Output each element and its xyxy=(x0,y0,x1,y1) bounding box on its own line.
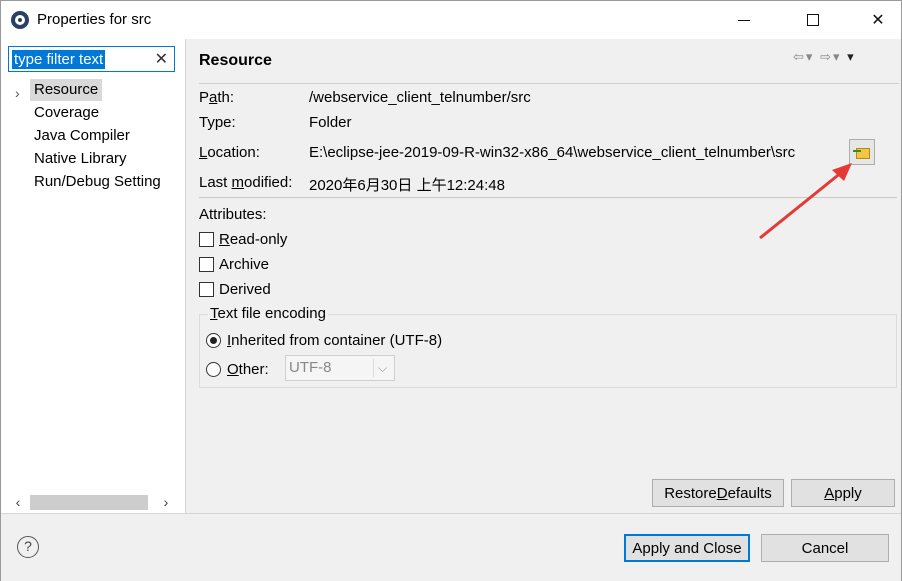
view-menu-icon[interactable]: ▾ xyxy=(847,49,856,64)
close-icon: ✕ xyxy=(871,12,885,29)
checkbox-label: Derived xyxy=(219,280,271,298)
checkbox-box[interactable] xyxy=(199,231,214,247)
path-label: Path: xyxy=(199,89,235,106)
encoding-select-value: UTF-8 xyxy=(289,359,332,376)
location-value: E:\eclipse-jee-2019-09-R-win32-x86_64\we… xyxy=(309,144,796,161)
minimize-button[interactable] xyxy=(721,1,767,39)
apply-button[interactable]: Apply xyxy=(791,479,895,507)
location-label: Location: xyxy=(199,144,260,161)
radio-selected[interactable] xyxy=(206,332,221,348)
filter-input[interactable]: type filter text ✕ xyxy=(8,46,175,72)
help-icon[interactable]: ? xyxy=(17,536,39,558)
cancel-button[interactable]: Cancel xyxy=(761,534,889,562)
tree-item-run-debug-setting[interactable]: Run/Debug Setting xyxy=(34,171,161,193)
resource-page: Resource ⇦▾ ⇨▾ ▾ Path: /webservice_clien… xyxy=(187,39,901,513)
chevron-down-icon[interactable]: ⌵ xyxy=(373,359,391,377)
show-in-explorer-button[interactable] xyxy=(849,139,875,165)
encoding-legend: Text file encoding xyxy=(208,305,328,322)
last-modified-value: 2020年6月30日 上午12:24:48 xyxy=(309,177,505,194)
checkbox-box[interactable] xyxy=(199,256,214,272)
read-only-checkbox[interactable]: Read-only xyxy=(199,228,287,250)
checkbox-label: Read-only xyxy=(219,230,288,248)
scroll-right-icon[interactable]: › xyxy=(156,492,176,512)
path-value: /webservice_client_telnumber/src xyxy=(309,89,531,106)
forward-menu-icon[interactable]: ▾ xyxy=(833,49,842,64)
type-label: Type: xyxy=(199,114,236,131)
checkbox-label: Archive xyxy=(219,255,270,273)
chevron-right-icon[interactable]: › xyxy=(15,85,20,101)
text-encoding-group: Text file encoding Inherited from contai… xyxy=(199,305,897,388)
title-bar: Properties for src ✕ xyxy=(1,1,901,39)
checkbox-box[interactable] xyxy=(199,281,214,297)
attributes-separator xyxy=(199,197,897,198)
restore-defaults-button[interactable]: Restore Defaults xyxy=(652,479,784,507)
preference-tree-panel: type filter text ✕ › Resource Coverage J… xyxy=(1,39,186,513)
tree-item-native-library[interactable]: Native Library xyxy=(34,148,127,170)
radio-label: Inherited from container (UTF-8) xyxy=(227,331,443,349)
scroll-left-icon[interactable]: ‹ xyxy=(8,492,28,512)
title-separator xyxy=(199,83,899,84)
maximize-button[interactable] xyxy=(790,1,836,39)
attributes-label: Attributes: xyxy=(199,206,267,223)
derived-checkbox[interactable]: Derived xyxy=(199,278,271,300)
tree-item-resource[interactable]: Resource xyxy=(30,79,103,101)
tree-item-coverage[interactable]: Coverage xyxy=(34,102,99,124)
forward-arrow-icon[interactable]: ⇨ xyxy=(820,49,833,64)
last-modified-label: Last modified: xyxy=(199,174,293,191)
history-nav: ⇦▾ ⇨▾ ▾ xyxy=(793,49,856,65)
inherited-radio[interactable]: Inherited from container (UTF-8) xyxy=(206,329,442,351)
window-title: Properties for src xyxy=(37,11,152,28)
encoding-select[interactable]: UTF-8 ⌵ xyxy=(285,355,395,381)
radio-unselected[interactable] xyxy=(206,361,221,377)
back-menu-icon[interactable]: ▾ xyxy=(806,49,815,64)
back-arrow-icon[interactable]: ⇦ xyxy=(793,49,806,64)
clear-filter-icon[interactable]: ✕ xyxy=(155,49,168,69)
horizontal-scrollbar[interactable]: ‹ › xyxy=(1,492,185,512)
apply-and-close-button[interactable]: Apply and Close xyxy=(624,534,750,562)
tree-item-java-compiler[interactable]: Java Compiler xyxy=(34,125,130,147)
minimize-icon xyxy=(738,19,750,21)
maximize-icon xyxy=(807,14,819,26)
page-title: Resource xyxy=(199,52,272,69)
other-radio[interactable]: Other: xyxy=(206,358,269,380)
archive-checkbox[interactable]: Archive xyxy=(199,253,269,275)
radio-label: Other: xyxy=(227,360,269,378)
scroll-thumb[interactable] xyxy=(30,495,148,510)
dialog-footer: ? Apply and Close Cancel xyxy=(1,513,901,581)
eclipse-icon xyxy=(11,11,29,29)
type-value: Folder xyxy=(309,114,352,131)
filter-text-selected: type filter text xyxy=(12,50,106,69)
properties-dialog: Properties for src ✕ type filter text ✕ … xyxy=(0,0,902,581)
close-button[interactable]: ✕ xyxy=(855,1,901,39)
